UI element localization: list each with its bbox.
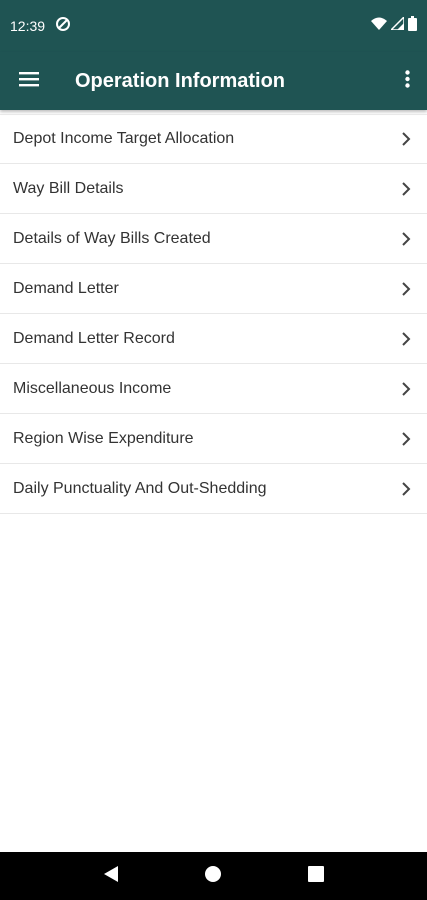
- chevron-right-icon: [399, 381, 413, 397]
- list-item-label: Daily Punctuality And Out-Shedding: [13, 479, 267, 497]
- chevron-right-icon: [399, 331, 413, 347]
- app-bar: Operation Information: [0, 52, 427, 110]
- list-item-label: Depot Income Target Allocation: [13, 130, 235, 147]
- chevron-right-icon: [399, 431, 413, 447]
- data-saver-icon: [55, 16, 71, 37]
- list-item-label: Region Wise Expenditure: [13, 429, 194, 447]
- signal-icon: [389, 15, 405, 35]
- list-item-region-wise-expenditure[interactable]: Region Wise Expenditure: [0, 414, 427, 464]
- home-button[interactable]: [193, 856, 233, 896]
- back-icon: [103, 865, 119, 888]
- list-item-demand-letter[interactable]: Demand Letter: [0, 264, 427, 314]
- chevron-right-icon: [399, 231, 413, 247]
- list-item-demand-letter-record[interactable]: Demand Letter Record: [0, 314, 427, 364]
- list-item-miscellaneous-income[interactable]: Miscellaneous Income: [0, 364, 427, 414]
- list-item-label: Miscellaneous Income: [13, 379, 172, 397]
- menu-icon: [19, 71, 39, 92]
- list-item-label: Demand Letter Record: [13, 329, 175, 347]
- menu-list: Depot Income Target Allocation Way Bill …: [0, 114, 427, 514]
- list-item-label: Details of Way Bills Created: [13, 229, 211, 247]
- home-icon: [204, 865, 222, 888]
- list-item-daily-punctuality[interactable]: Daily Punctuality And Out-Shedding: [0, 464, 427, 514]
- recents-button[interactable]: [296, 856, 336, 896]
- list-item-depot-income-target-allocation[interactable]: Depot Income Target Allocation: [0, 114, 427, 164]
- chevron-right-icon: [399, 131, 413, 147]
- wifi-icon: [371, 17, 387, 36]
- list-item-label: Demand Letter: [13, 279, 119, 297]
- status-bar: 12:39: [0, 0, 427, 52]
- chevron-right-icon: [399, 481, 413, 497]
- recents-icon: [307, 865, 324, 887]
- list-item-details-of-way-bills-created[interactable]: Details of Way Bills Created: [0, 214, 427, 264]
- more-vert-icon: [404, 69, 410, 93]
- list-item-label: Way Bill Details: [13, 179, 124, 197]
- chevron-right-icon: [399, 281, 413, 297]
- menu-button[interactable]: [0, 52, 58, 110]
- system-nav-bar: [0, 852, 427, 900]
- more-options-button[interactable]: [387, 52, 427, 110]
- back-button[interactable]: [91, 856, 131, 896]
- chevron-right-icon: [399, 181, 413, 197]
- status-time: 12:39: [10, 18, 46, 34]
- battery-icon: [408, 16, 417, 36]
- page-title: Operation Information: [75, 69, 285, 92]
- list-item-way-bill-details[interactable]: Way Bill Details: [0, 164, 427, 214]
